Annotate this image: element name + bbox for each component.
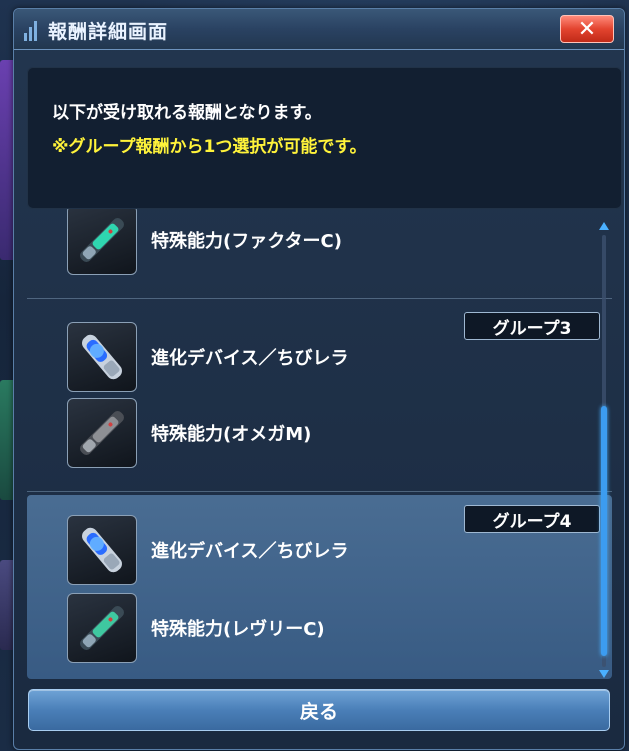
evolution-device-icon — [67, 322, 137, 392]
reward-item: 特殊能力(ファクターC) — [27, 209, 427, 275]
revery-capsule-icon — [67, 593, 137, 663]
back-button[interactable]: 戻る — [28, 689, 610, 731]
group-divider — [27, 298, 612, 299]
reward-item-label: 進化デバイス／ちびレラ — [151, 541, 349, 562]
reward-item-label: 特殊能力(レヴリーC) — [151, 619, 325, 640]
title-decoration-icon — [24, 19, 37, 41]
notice-panel: 以下が受け取れる報酬となります。 ※グループ報酬から1つ選択が可能です。 — [27, 67, 622, 209]
notice-text: 以下が受け取れる報酬となります。 — [52, 103, 322, 123]
group-badge: グループ3 — [464, 312, 600, 340]
reward-detail-window: 報酬詳細画面 ✕ 以下が受け取れる報酬となります。 ※グループ報酬から1つ選択が… — [13, 8, 625, 750]
notice-highlight-text: ※グループ報酬から1つ選択が可能です。 — [52, 137, 367, 157]
factor-capsule-icon — [67, 209, 137, 275]
reward-group-selected[interactable]: グループ4 進化デバイス／ちびレラ 特殊能力(レヴリーC) — [27, 495, 612, 679]
reward-item-label: 進化デバイス／ちびレラ — [151, 348, 349, 369]
list-scrollbar[interactable] — [597, 221, 611, 681]
group-badge: グループ4 — [464, 505, 600, 533]
reward-item-label: 特殊能力(ファクターC) — [151, 231, 342, 252]
close-icon: ✕ — [577, 16, 597, 42]
reward-item: 特殊能力(オメガM) — [27, 398, 427, 468]
title-bar: 報酬詳細画面 ✕ — [14, 9, 624, 50]
reward-item: 進化デバイス／ちびレラ — [27, 515, 427, 585]
window-title: 報酬詳細画面 — [48, 21, 169, 43]
scroll-thumb[interactable] — [601, 406, 607, 656]
reward-group: 特殊能力(ファクターC) — [27, 209, 612, 291]
close-button[interactable]: ✕ — [560, 15, 614, 43]
omega-capsule-icon — [67, 398, 137, 468]
evolution-device-icon — [67, 515, 137, 585]
group-divider — [27, 491, 612, 492]
reward-item: 特殊能力(レヴリーC) — [27, 593, 427, 663]
scroll-up-icon[interactable] — [598, 221, 610, 231]
reward-item-label: 特殊能力(オメガM) — [151, 424, 312, 445]
reward-group: グループ3 進化デバイス／ちびレラ 特殊能力(オメガM) — [27, 304, 612, 484]
scroll-down-icon[interactable] — [598, 669, 610, 679]
reward-list[interactable]: 特殊能力(ファクターC) グループ3 進化デバイス／ちびレラ 特殊能力(オメガM… — [27, 209, 612, 689]
reward-item: 進化デバイス／ちびレラ — [27, 322, 427, 392]
